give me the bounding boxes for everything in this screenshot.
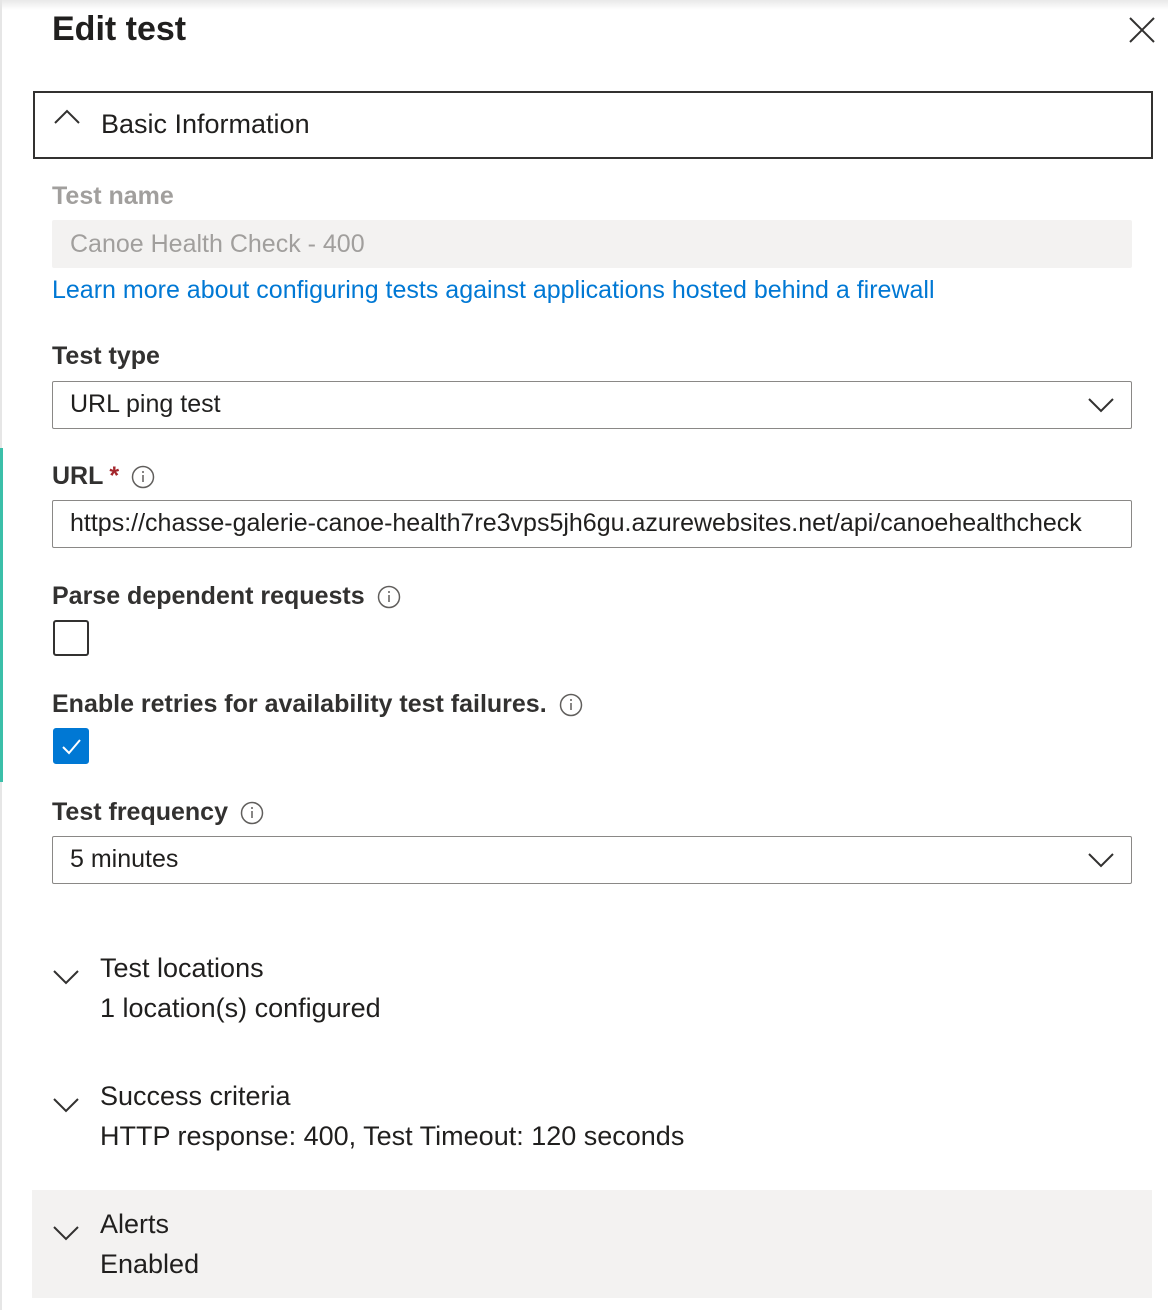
parse-dependent-label: Parse dependent requests (52, 582, 401, 611)
test-name-label-text: Test name (52, 182, 174, 210)
firewall-help-link[interactable]: Learn more about configuring tests again… (52, 276, 935, 305)
chevron-down-icon (53, 1098, 79, 1113)
alerts-summary: Enabled (100, 1249, 200, 1279)
top-shadow (0, 0, 1168, 10)
alerts-section[interactable]: Alerts Enabled (52, 1209, 1132, 1289)
checkmark-icon (62, 739, 81, 755)
parse-dependent-checkbox[interactable] (53, 620, 89, 656)
test-locations-title: Test locations (100, 953, 264, 983)
url-input[interactable]: https://chasse-galerie-canoe-health7re3v… (52, 500, 1132, 548)
info-icon[interactable] (240, 801, 264, 825)
test-type-dropdown[interactable]: URL ping test (52, 381, 1132, 429)
info-icon[interactable] (131, 465, 155, 489)
enable-retries-label-text: Enable retries for availability test fai… (52, 690, 547, 718)
basic-information-label: Basic Information (101, 109, 310, 139)
test-type-label-text: Test type (52, 342, 160, 370)
test-name-label: Test name (52, 182, 174, 211)
test-locations-section[interactable]: Test locations 1 location(s) configured (52, 953, 1132, 1033)
success-criteria-summary: HTTP response: 400, Test Timeout: 120 se… (100, 1121, 685, 1151)
url-label: URL * (52, 462, 155, 491)
basic-information-header[interactable]: Basic Information (33, 91, 1153, 159)
parse-dependent-label-text: Parse dependent requests (52, 582, 365, 610)
panel-title: Edit test (52, 10, 187, 48)
info-icon[interactable] (559, 693, 583, 717)
url-label-text: URL (52, 462, 104, 490)
required-asterisk: * (109, 462, 120, 490)
test-type-value: URL ping test (70, 390, 221, 418)
test-frequency-label-text: Test frequency (52, 798, 228, 826)
url-value: https://chasse-galerie-canoe-health7re3v… (70, 509, 1082, 537)
edit-test-panel: Edit test Basic Information Test name Ca… (0, 0, 1168, 1310)
chevron-down-icon (1088, 853, 1114, 868)
test-name-input: Canoe Health Check - 400 (52, 220, 1132, 268)
chevron-up-icon (54, 109, 80, 124)
chevron-down-icon (1088, 398, 1114, 413)
chevron-down-icon (53, 1226, 79, 1241)
test-type-label: Test type (52, 342, 160, 371)
enable-retries-label: Enable retries for availability test fai… (52, 690, 583, 719)
success-criteria-section[interactable]: Success criteria HTTP response: 400, Tes… (52, 1081, 1132, 1161)
success-criteria-title: Success criteria (100, 1081, 291, 1111)
close-icon (1129, 17, 1155, 43)
info-icon[interactable] (377, 585, 401, 609)
test-frequency-label: Test frequency (52, 798, 264, 827)
test-frequency-value: 5 minutes (70, 845, 179, 873)
test-frequency-dropdown[interactable]: 5 minutes (52, 836, 1132, 884)
close-button[interactable] (1124, 12, 1160, 48)
chevron-down-icon (53, 970, 79, 985)
alerts-title: Alerts (100, 1209, 170, 1239)
test-locations-summary: 1 location(s) configured (100, 993, 381, 1023)
enable-retries-checkbox[interactable] (53, 728, 89, 764)
left-accent-bar (0, 448, 3, 782)
